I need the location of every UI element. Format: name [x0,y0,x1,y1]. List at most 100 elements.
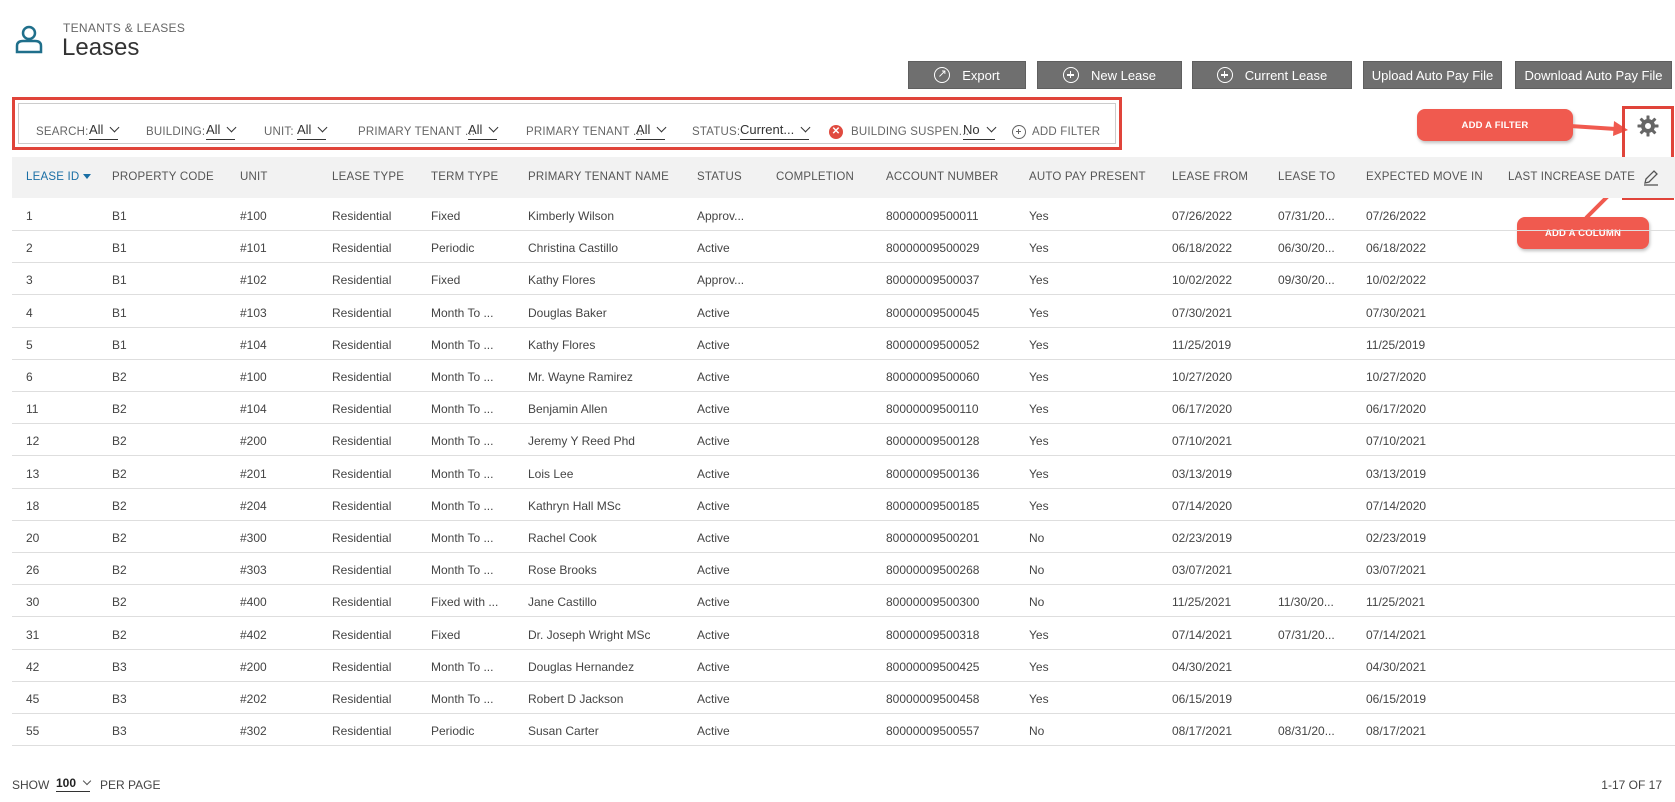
cell-term-type: Month To ... [431,659,494,674]
cell-unit: #400 [240,595,267,610]
cell-account-number: 80000009500052 [886,337,980,352]
column-header-property-code[interactable]: PROPERTY CODE [112,171,214,183]
cell-status: Active [697,370,730,384]
cell-lease-to: 06/30/20... [1278,241,1335,256]
column-header-unit[interactable]: UNIT [240,171,268,183]
cell-unit: #202 [240,692,267,706]
new-lease-button[interactable]: New Lease [1037,61,1182,89]
cell-term-type: Month To ... [431,402,494,417]
cell-lease-type: Residential [332,434,392,449]
cell-lease-id: 13 [26,466,40,481]
cell-lease-from: 07/26/2022 [1172,209,1233,223]
cell-lease-from: 06/17/2020 [1172,402,1233,417]
column-header-auto-pay-present[interactable]: AUTO PAY PRESENT [1029,171,1146,183]
table-row[interactable]: 11 B2 #104 Residential Month To ... Benjamin … [12,391,1675,425]
table-row[interactable]: 2 B1 #101 Residential Periodic Christina Cast… [12,230,1675,264]
cell-account-number: 80000009500128 [886,434,980,449]
table-row[interactable]: 6 B2 #100 Residential Month To ... Mr. Wayne … [12,359,1675,392]
table-row[interactable]: 45 B3 #202 Residential Month To ... Robert D … [12,681,1675,714]
cell-unit: #104 [240,402,267,417]
cell-status: Active [697,241,730,256]
filter-building-select[interactable]: All [206,122,237,140]
cell-term-type: Month To ... [431,434,494,449]
filter-primary-tenant-1-label: PRIMARY TENANT ... [358,126,476,138]
table-row[interactable]: 1 B1 #100 Residential Fixed Kimberly Wilson Ap… [12,198,1675,231]
cell-auto-pay-present: Yes [1029,209,1049,223]
cell-lease-from: 10/27/2020 [1172,370,1233,384]
cell-account-number: 80000009500201 [886,531,980,545]
filter-building-suspend-select[interactable]: No [963,122,997,140]
cell-lease-to: 08/31/20... [1278,724,1335,739]
cell-lease-type: Residential [332,337,392,352]
column-header-expected-move-in[interactable]: EXPECTED MOVE IN [1366,171,1483,183]
column-header-primary-tenant-name[interactable]: PRIMARY TENANT NAME [528,171,669,183]
column-header-lease-from[interactable]: LEASE FROM [1172,171,1248,183]
cell-property-code: B1 [112,305,127,320]
upload-auto-pay-button[interactable]: Upload Auto Pay File [1363,61,1502,89]
per-page-value: 100 [56,776,77,790]
cell-lease-type: Residential [332,498,392,513]
add-filter-link[interactable]: ADD FILTER [1032,126,1100,138]
column-header-lease-type[interactable]: LEASE TYPE [332,171,404,183]
pencil-icon[interactable] [1642,168,1660,186]
cell-account-number: 80000009500136 [886,466,980,481]
table-row[interactable]: 42 B3 #200 Residential Month To ... Douglas H… [12,649,1675,682]
cell-property-code: B1 [112,241,127,256]
gear-icon[interactable] [1636,114,1660,138]
column-header-status[interactable]: STATUS [697,171,742,183]
table-row[interactable]: 18 B2 #204 Residential Month To ... Kathryn H… [12,488,1675,521]
cell-unit: #100 [240,370,267,384]
cell-status: Active [697,498,730,513]
column-header-account-number[interactable]: ACCOUNT NUMBER [886,171,998,183]
cell-unit: #300 [240,531,267,545]
table-row[interactable]: 13 B2 #201 Residential Month To ... Lois Lee A… [12,456,1675,489]
cell-lease-type: Residential [332,466,392,481]
table-row[interactable]: 26 B2 #303 Residential Month To ... Rose Broo… [12,552,1675,586]
filter-unit-select[interactable]: All [297,122,328,140]
cell-expected-move-in: 07/30/2021 [1366,305,1427,320]
cell-unit: #402 [240,627,267,642]
cell-lease-type: Residential [332,305,392,320]
filter-status-label: STATUS: [692,126,741,138]
column-header-lease-id[interactable]: LEASE ID [26,171,92,183]
cell-lease-id: 18 [26,498,40,513]
cell-lease-from: 02/23/2019 [1172,531,1233,545]
table-row[interactable]: 55 B3 #302 Residential Periodic Susan Carter A… [12,713,1675,747]
add-filter-icon[interactable] [1012,125,1026,139]
cell-auto-pay-present: Yes [1029,273,1049,288]
page-title: Leases [62,34,140,61]
cell-expected-move-in: 06/18/2022 [1366,241,1427,256]
filter-unit-label: UNIT: [264,126,294,138]
filter-building-value: All [206,122,221,137]
cell-account-number: 80000009500268 [886,563,980,578]
cell-account-number: 80000009500029 [886,241,980,256]
current-lease-button[interactable]: Current Lease [1192,61,1352,89]
table-row[interactable]: 5 B1 #104 Residential Month To ... Kathy Flor… [12,327,1675,360]
table-row[interactable]: 30 B2 #400 Residential Fixed with ... Jane Ca… [12,584,1675,618]
filter-primary-tenant-2-select[interactable]: All [636,122,667,140]
filter-primary-tenant-1-select[interactable]: All [468,122,499,140]
per-page-select[interactable]: 100 [56,776,92,792]
column-header-last-increase-date[interactable]: LAST INCREASE DATE [1508,171,1635,183]
column-header-lease-to[interactable]: LEASE TO [1278,171,1335,183]
table-row[interactable]: 3 B1 #102 Residential Fixed Kathy Flores Appro… [12,262,1675,296]
table-header: LEASE ID PROPERTY CODE UNIT LEASE TYPE T… [12,157,1675,198]
filter-status-select[interactable]: Current... [740,122,811,140]
cell-unit: #102 [240,273,267,288]
cell-unit: #200 [240,434,267,449]
cell-expected-move-in: 07/10/2021 [1366,434,1427,449]
cell-expected-move-in: 08/17/2021 [1366,724,1427,739]
column-header-completion[interactable]: COMPLETION [776,171,854,183]
download-auto-pay-button[interactable]: Download Auto Pay File [1515,61,1672,89]
table-row[interactable]: 20 B2 #300 Residential Month To ... Rachel Co… [12,520,1675,553]
table-row[interactable]: 31 B2 #402 Residential Fixed Dr. Joseph Wrigh… [12,617,1675,650]
cell-status: Active [697,724,730,739]
clear-filter-icon[interactable]: ✕ [829,125,843,139]
export-button[interactable]: ↗ Export [908,61,1026,89]
filter-search-select[interactable]: All [89,122,120,140]
column-header-term-type[interactable]: TERM TYPE [431,171,498,183]
table-row[interactable]: 12 B2 #200 Residential Month To ... Jeremy Y … [12,423,1675,457]
table-row[interactable]: 4 B1 #103 Residential Month To ... Douglas Ba… [12,295,1675,328]
new-lease-label: New Lease [1090,67,1157,83]
cell-auto-pay-present: No [1029,563,1045,578]
